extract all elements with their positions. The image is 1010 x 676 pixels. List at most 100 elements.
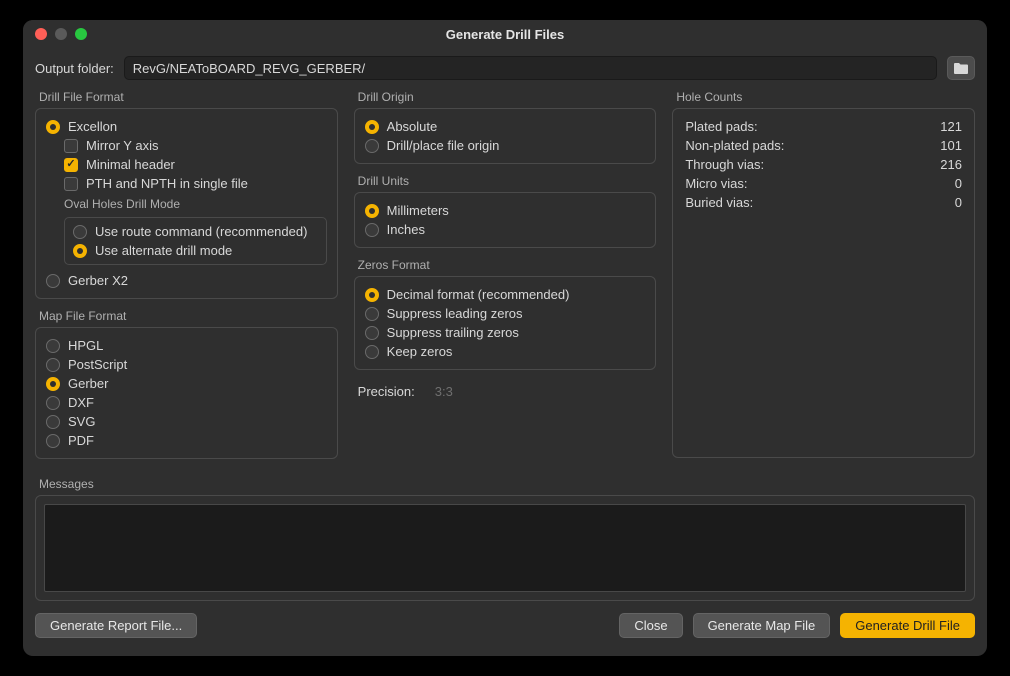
radio-icon [46,274,60,288]
checkbox-label: PTH and NPTH in single file [86,176,248,191]
zoom-window-icon[interactable] [75,28,87,40]
hole-counts-group: Hole Counts Plated pads:121Non-plated pa… [672,90,975,458]
radio-icon [73,244,87,258]
radio-icon [365,307,379,321]
messages-title: Messages [35,477,975,491]
generate-drill-button[interactable]: Generate Drill File [840,613,975,638]
col-mid: Drill Origin Absolute Drill/place file o… [354,90,657,469]
dialog-window: Generate Drill Files Output folder: Dril… [23,20,987,656]
precision-value: 3:3 [435,384,453,399]
messages-group: Messages [35,477,975,601]
drill-units-box: Millimeters Inches [354,192,657,248]
radio-icon [365,288,379,302]
radio-label: Drill/place file origin [387,138,500,153]
hole-count-value: 216 [940,157,962,172]
col-left: Drill File Format Excellon Mirror Y axis [35,90,338,469]
radio-label: PostScript [68,357,127,372]
col-right: Hole Counts Plated pads:121Non-plated pa… [672,90,975,469]
drill-file-format-group: Drill File Format Excellon Mirror Y axis [35,90,338,299]
radio-label: PDF [68,433,94,448]
radio-label: Inches [387,222,425,237]
radio-gerber-x2[interactable]: Gerber X2 [46,271,327,290]
drill-origin-box: Absolute Drill/place file origin [354,108,657,164]
radio-label: Gerber X2 [68,273,128,288]
radio-label: Absolute [387,119,438,134]
checkbox-label: Mirror Y axis [86,138,158,153]
check-minimal-header[interactable]: Minimal header [46,155,327,174]
check-mirror-y[interactable]: Mirror Y axis [46,136,327,155]
radio-label: Gerber [68,376,108,391]
radio-label: DXF [68,395,94,410]
output-folder-input[interactable] [124,56,937,80]
radio-keep-zeros[interactable]: Keep zeros [365,342,646,361]
output-folder-label: Output folder: [35,61,114,76]
map-file-format-title: Map File Format [35,309,338,323]
messages-box [35,495,975,601]
oval-holes-subgroup: Use route command (recommended) Use alte… [64,217,327,265]
window-title: Generate Drill Files [23,27,987,42]
hole-count-value: 121 [940,119,962,134]
hole-count-label: Micro vias: [685,176,940,191]
radio-map-hpgl[interactable]: HPGL [46,336,327,355]
map-file-format-box: HPGL PostScript Gerber DXF SVG PDF [35,327,338,459]
radio-label: Decimal format (recommended) [387,287,570,302]
output-folder-row: Output folder: [35,56,975,80]
titlebar: Generate Drill Files [23,20,987,48]
radio-icon [365,345,379,359]
radio-use-route[interactable]: Use route command (recommended) [73,222,318,241]
radio-decimal[interactable]: Decimal format (recommended) [365,285,646,304]
close-window-icon[interactable] [35,28,47,40]
radio-icon [46,339,60,353]
radio-label: Millimeters [387,203,449,218]
radio-icon [365,326,379,340]
checkbox-label: Minimal header [86,157,175,172]
radio-inches[interactable]: Inches [365,220,646,239]
hole-counts-title: Hole Counts [672,90,975,104]
hole-counts-grid: Plated pads:121Non-plated pads:101Throug… [685,119,962,210]
generate-report-button[interactable]: Generate Report File... [35,613,197,638]
radio-map-gerber[interactable]: Gerber [46,374,327,393]
folder-icon [953,61,969,75]
hole-count-label: Plated pads: [685,119,940,134]
radio-map-pdf[interactable]: PDF [46,431,327,450]
oval-holes-subtitle: Oval Holes Drill Mode [46,193,327,215]
checkbox-icon [64,177,78,191]
hole-count-value: 101 [940,138,962,153]
radio-map-svg[interactable]: SVG [46,412,327,431]
radio-icon [46,358,60,372]
radio-mm[interactable]: Millimeters [365,201,646,220]
traffic-lights [23,28,87,40]
footer: Generate Report File... Close Generate M… [35,601,975,638]
radio-label: Suppress leading zeros [387,306,523,321]
radio-excellon[interactable]: Excellon [46,117,327,136]
generate-map-button[interactable]: Generate Map File [693,613,831,638]
radio-label: Excellon [68,119,117,134]
drill-origin-group: Drill Origin Absolute Drill/place file o… [354,90,657,164]
hole-count-label: Buried vias: [685,195,940,210]
drill-origin-title: Drill Origin [354,90,657,104]
check-pth-npth[interactable]: PTH and NPTH in single file [46,174,327,193]
hole-counts-box: Plated pads:121Non-plated pads:101Throug… [672,108,975,458]
radio-absolute[interactable]: Absolute [365,117,646,136]
radio-icon [365,139,379,153]
radio-suppress-trailing[interactable]: Suppress trailing zeros [365,323,646,342]
radio-map-dxf[interactable]: DXF [46,393,327,412]
browse-folder-button[interactable] [947,56,975,80]
hole-count-label: Through vias: [685,157,940,172]
checkbox-icon [64,158,78,172]
radio-suppress-leading[interactable]: Suppress leading zeros [365,304,646,323]
radio-use-alt[interactable]: Use alternate drill mode [73,241,318,260]
hole-count-label: Non-plated pads: [685,138,940,153]
radio-icon [46,434,60,448]
drill-file-format-box: Excellon Mirror Y axis Minimal header [35,108,338,299]
radio-map-postscript[interactable]: PostScript [46,355,327,374]
radio-label: SVG [68,414,95,429]
radio-label: HPGL [68,338,103,353]
map-file-format-group: Map File Format HPGL PostScript Gerber DXF S… [35,309,338,459]
close-button[interactable]: Close [619,613,682,638]
dialog-content: Output folder: Drill File Format Excello… [23,48,987,656]
minimize-window-icon [55,28,67,40]
radio-label: Keep zeros [387,344,453,359]
radio-place-origin[interactable]: Drill/place file origin [365,136,646,155]
messages-textarea[interactable] [44,504,966,592]
